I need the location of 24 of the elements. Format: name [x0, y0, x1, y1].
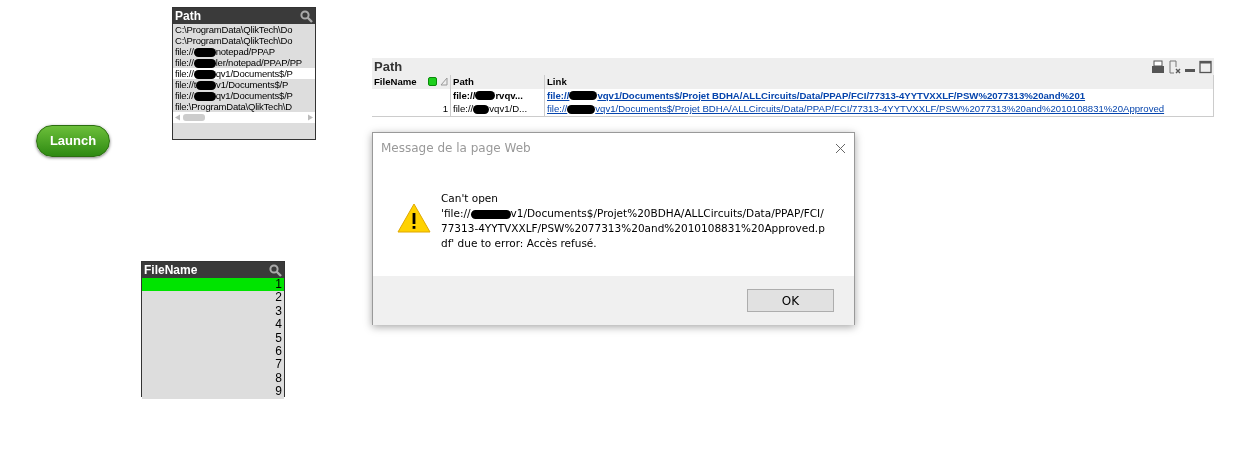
dialog-title: Message de la page Web [381, 140, 531, 157]
link[interactable]: file:// vqv1/Documents$/Projet BDHA/ALLCircuits/Data/PPAP/FCI/77313-4YYTVXXLF/PSW%2077313%20and%201 [547, 89, 1086, 101]
dialog-message: Can't open 'file:// v1/Documents$/Projet%20BDHA/ALLCircuits/Data/PPAP/FCI/77313-4YYTVXXLF/PSW%2077313%20and%2010108831%20Approved.pdf' due to error: Accès refusé. [441, 191, 826, 251]
search-icon[interactable] [269, 263, 282, 277]
table-cell: file:// rvqv... [453, 89, 523, 101]
link[interactable]: file:// vqv1/Documents$/Projet BDHA/ALLCircuits/Data/PPAP/FCI/77313-4YYTVXXLF/PSW%2077313%20and%2010108831%20Approved [547, 103, 1165, 114]
close-icon[interactable] [835, 142, 846, 154]
search-icon[interactable] [300, 9, 313, 23]
column-header[interactable]: Path [451, 75, 545, 89]
warning-icon [397, 203, 431, 233]
table-caption: Path [374, 57, 403, 76]
print-icon[interactable] [1150, 59, 1165, 74]
list-item[interactable]: 1 [142, 278, 284, 292]
listbox-title: FileName [144, 262, 198, 279]
maximize-icon[interactable] [1199, 59, 1212, 74]
scrollbar[interactable] [173, 112, 315, 123]
table-cell: file:// vqv1/D... [453, 103, 528, 114]
column-header[interactable]: Link [545, 75, 1214, 89]
list-item[interactable]: 9 [142, 385, 284, 399]
clear-icon[interactable] [1167, 59, 1182, 74]
table-cell: 1 [372, 102, 451, 116]
ok-button[interactable]: OK [747, 289, 834, 312]
listbox-title: Path [175, 8, 201, 25]
column-header[interactable]: FileName [372, 75, 451, 89]
